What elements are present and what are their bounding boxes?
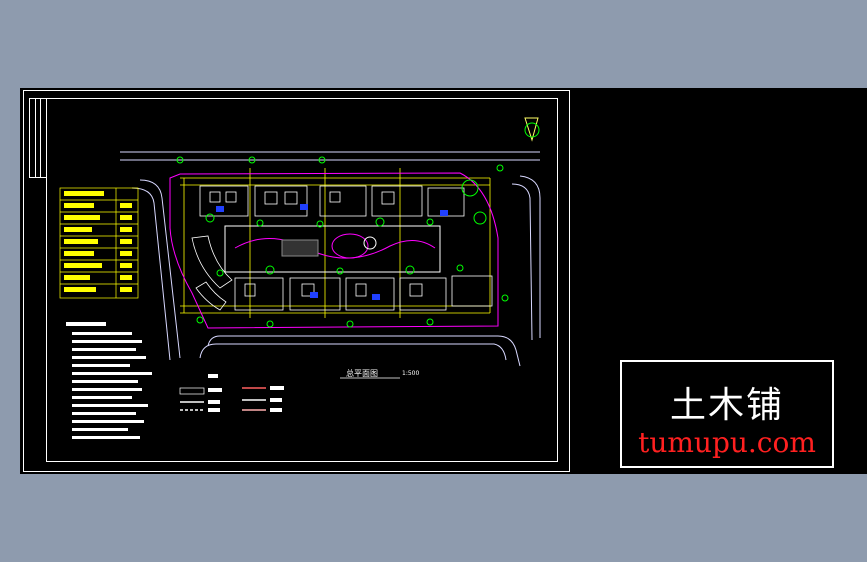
cad-drawing-viewport[interactable]: 总平面图 1:500 土木铺 tumupu.com xyxy=(20,88,867,474)
watermark-site-name: 土木铺 xyxy=(669,385,784,426)
economic-indicators-text xyxy=(64,191,132,292)
plan-scale: 1:500 xyxy=(402,370,420,377)
buildings-west xyxy=(191,235,233,311)
watermark-box: 土木铺 tumupu.com xyxy=(620,360,834,468)
buildings-south xyxy=(234,275,493,311)
parking-markers xyxy=(216,204,448,300)
line-type-legend-text xyxy=(208,374,284,412)
watermark-url: tumupu.com xyxy=(638,426,816,459)
landscape-trees xyxy=(176,156,509,328)
line-type-legend xyxy=(179,387,266,411)
dimension-lines xyxy=(180,168,491,318)
north-arrow-icon xyxy=(524,117,540,142)
buildings-north xyxy=(199,185,465,217)
plan-title: 总平面图 xyxy=(346,369,378,378)
design-notes-text xyxy=(66,322,152,439)
central-garden xyxy=(224,225,441,273)
site-boundary xyxy=(169,172,499,329)
